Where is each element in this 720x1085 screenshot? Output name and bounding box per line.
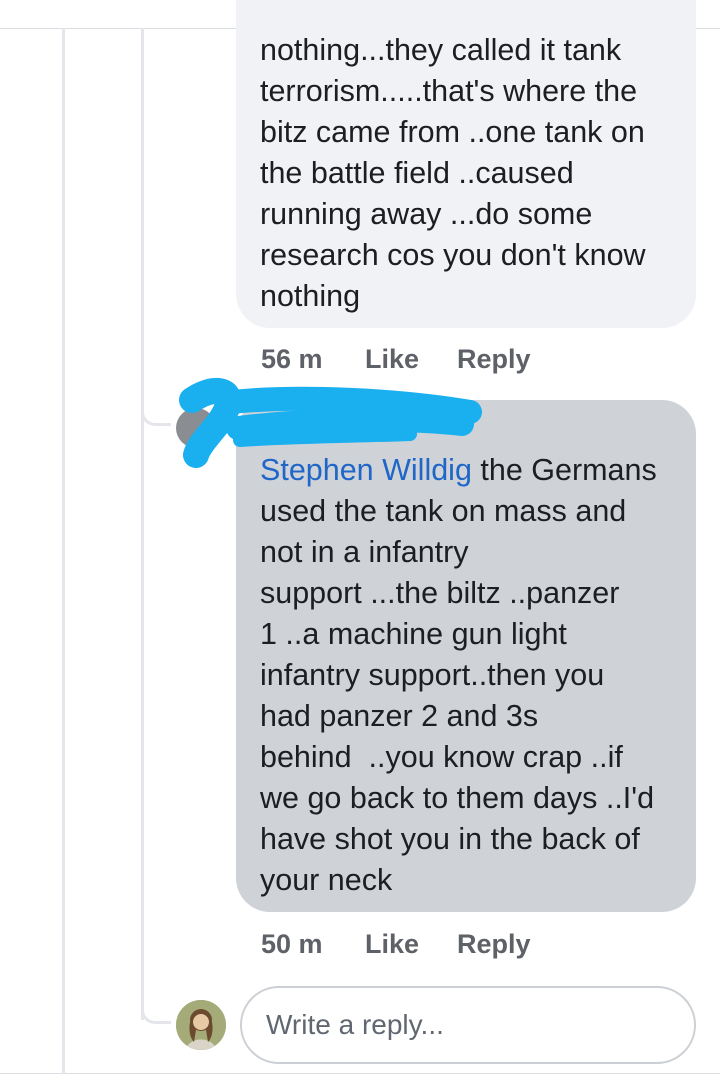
comment-text-line: support ...the biltz ..panzer: [260, 576, 620, 610]
redaction-stroke: [233, 427, 417, 447]
comment-text-line: have shot you in the back of: [260, 822, 640, 856]
redaction-stroke: [226, 407, 474, 440]
reply-button[interactable]: Reply: [457, 929, 531, 960]
reply-input-placeholder: Write a reply...: [266, 1009, 444, 1040]
comment-text-line: not in a infantry: [260, 535, 469, 569]
comment-text-line: had panzer 2 and 3s: [260, 699, 539, 733]
comment-text-line: we go back to them days ..I'd: [260, 781, 655, 815]
reply-input[interactable]: Write a reply...: [240, 986, 696, 1064]
comment-text-line: your neck: [260, 863, 393, 897]
thread-branch-reply-box: [141, 1006, 171, 1024]
comment-text-line: behind ..you know crap ..if: [260, 740, 623, 774]
current-user-avatar[interactable]: [176, 1000, 226, 1050]
like-button[interactable]: Like: [365, 929, 457, 960]
redaction-scribble: [179, 378, 482, 468]
comment-text-line: infantry support..then you: [260, 658, 605, 692]
comment-actions-2: 50 m Like Reply: [261, 924, 531, 964]
comment-timestamp[interactable]: 50 m: [261, 929, 365, 960]
avatar-illustration-icon: [176, 1000, 226, 1050]
bottom-divider: [0, 1073, 720, 1074]
comment-text-line: 1 ..a machine gun light: [260, 617, 567, 651]
